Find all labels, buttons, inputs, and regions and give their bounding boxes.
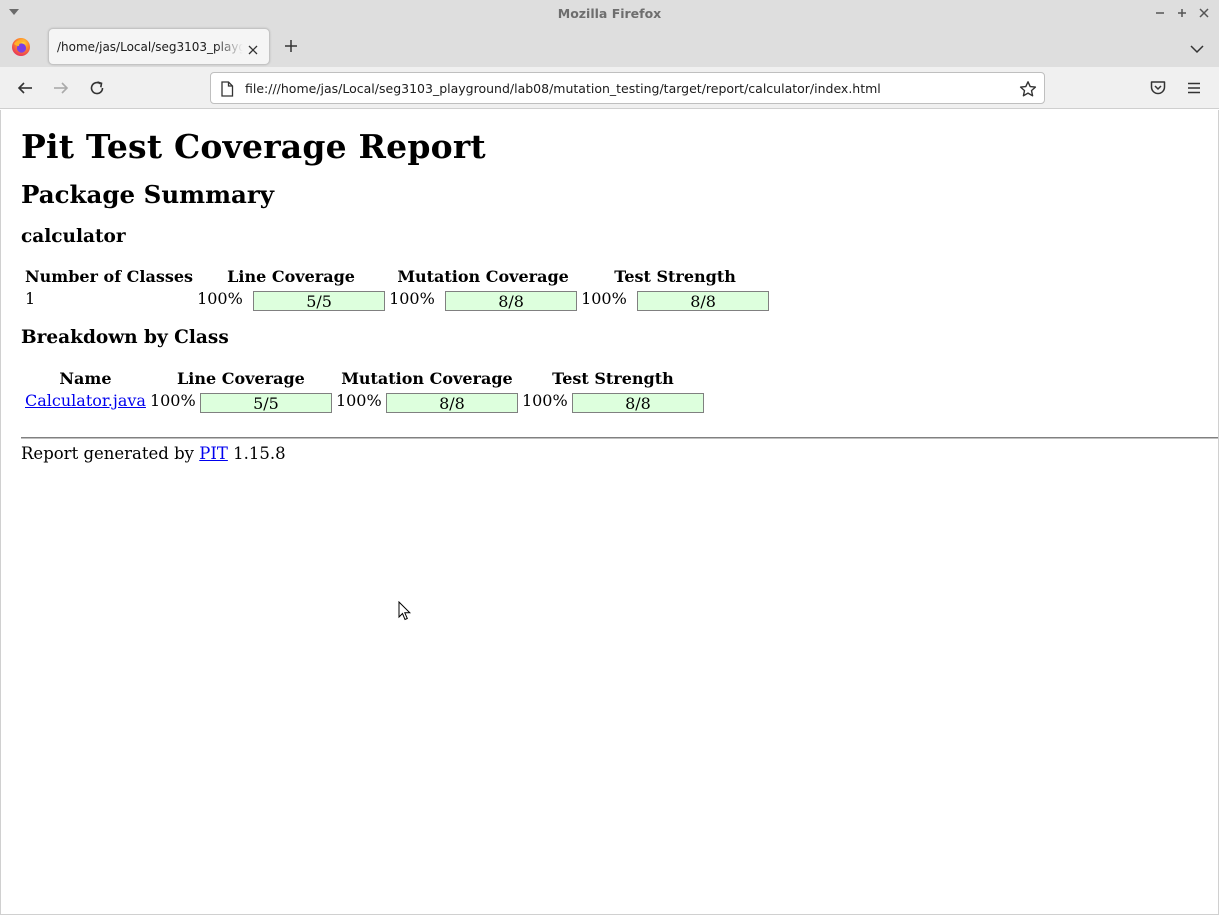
bookmark-star-icon[interactable] bbox=[1019, 80, 1037, 98]
horizontal-rule bbox=[21, 437, 1218, 439]
tab-list-chevron-down-icon[interactable] bbox=[1189, 40, 1205, 54]
mouse-pointer-icon bbox=[398, 600, 412, 622]
test-strength-bar: 8/8 bbox=[637, 291, 770, 311]
url-bar[interactable]: file:///home/jas/Local/seg3103_playgroun… bbox=[210, 72, 1045, 104]
package-name-heading: calculator bbox=[21, 226, 126, 247]
header-test-strength: Test Strength bbox=[614, 267, 736, 286]
mutation-coverage-percent: 100% bbox=[335, 391, 382, 410]
reload-icon[interactable] bbox=[88, 79, 106, 97]
breakdown-table: Name Line Coverage Mutation Coverage Tes… bbox=[22, 366, 707, 415]
tab-close-icon[interactable] bbox=[247, 41, 259, 55]
tab-strip: /home/jas/Local/seg3103_playground/lab08… bbox=[0, 27, 1219, 67]
line-coverage-bar: 5/5 bbox=[199, 393, 332, 413]
test-strength-bar: 8/8 bbox=[571, 393, 704, 413]
window-title: Mozilla Firefox bbox=[557, 6, 662, 21]
breakdown-heading: Breakdown by Class bbox=[21, 327, 229, 348]
line-coverage-cell: 100% 5/5 bbox=[196, 289, 386, 311]
line-coverage-bar: 5/5 bbox=[253, 291, 386, 311]
header-name: Name bbox=[59, 369, 112, 388]
firefox-logo-icon bbox=[11, 37, 31, 57]
mutation-coverage-bar: 8/8 bbox=[445, 291, 578, 311]
test-strength-percent: 100% bbox=[581, 289, 627, 308]
report-footer: Report generated by PIT 1.15.8 bbox=[21, 444, 286, 463]
hamburger-menu-icon[interactable] bbox=[1185, 79, 1203, 97]
class-count: 1 bbox=[25, 289, 36, 308]
footer-version: 1.15.8 bbox=[227, 444, 286, 463]
forward-arrow-right-icon[interactable] bbox=[52, 79, 70, 97]
mutation-coverage-cell: 100% 8/8 bbox=[335, 391, 519, 413]
pit-link[interactable]: PIT bbox=[199, 444, 228, 463]
page-icon bbox=[220, 81, 234, 97]
header-line-coverage: Line Coverage bbox=[177, 369, 305, 388]
header-test-strength: Test Strength bbox=[552, 369, 674, 388]
navigation-toolbar: file:///home/jas/Local/seg3103_playgroun… bbox=[0, 67, 1219, 109]
page-content: Pit Test Coverage Report Package Summary… bbox=[1, 110, 1218, 914]
new-tab-plus-icon[interactable] bbox=[283, 38, 299, 54]
class-link-calculator-java[interactable]: Calculator.java bbox=[25, 391, 146, 410]
header-mutation-coverage: Mutation Coverage bbox=[397, 267, 569, 286]
mutation-coverage-bar: 8/8 bbox=[385, 393, 518, 413]
line-coverage-cell: 100% 5/5 bbox=[149, 391, 333, 413]
test-strength-cell: 100% 8/8 bbox=[580, 289, 770, 311]
tab-active[interactable]: /home/jas/Local/seg3103_playground/lab08… bbox=[48, 28, 270, 65]
table-row: 1 100% 5/5 100% 8/8 100% 8/8 bbox=[24, 289, 770, 311]
header-line-coverage: Line Coverage bbox=[227, 267, 355, 286]
footer-prefix: Report generated by bbox=[21, 444, 200, 463]
close-icon[interactable] bbox=[1196, 5, 1212, 21]
package-summary-table: Number of Classes Line Coverage Mutation… bbox=[22, 264, 772, 313]
tab-title: /home/jas/Local/seg3103_playground/lab08… bbox=[57, 40, 243, 54]
line-coverage-percent: 100% bbox=[149, 391, 196, 410]
header-mutation-coverage: Mutation Coverage bbox=[341, 369, 513, 388]
window-titlebar: Mozilla Firefox bbox=[0, 0, 1219, 27]
mutation-coverage-cell: 100% 8/8 bbox=[388, 289, 578, 311]
url-text[interactable]: file:///home/jas/Local/seg3103_playgroun… bbox=[245, 81, 881, 96]
pocket-icon[interactable] bbox=[1149, 79, 1167, 97]
test-strength-cell: 100% 8/8 bbox=[521, 391, 705, 413]
back-arrow-left-icon[interactable] bbox=[16, 79, 34, 97]
page-title: Pit Test Coverage Report bbox=[21, 127, 486, 166]
line-coverage-percent: 100% bbox=[197, 289, 243, 308]
table-row: Calculator.java 100% 5/5 100% 8/8 100% 8… bbox=[24, 391, 705, 413]
minimize-icon[interactable] bbox=[1152, 5, 1168, 21]
header-number-of-classes: Number of Classes bbox=[25, 267, 194, 286]
package-summary-heading: Package Summary bbox=[21, 180, 275, 209]
class-name-cell: Calculator.java bbox=[24, 391, 147, 413]
mutation-coverage-percent: 100% bbox=[389, 289, 435, 308]
test-strength-percent: 100% bbox=[521, 391, 568, 410]
maximize-icon[interactable] bbox=[1174, 5, 1190, 21]
